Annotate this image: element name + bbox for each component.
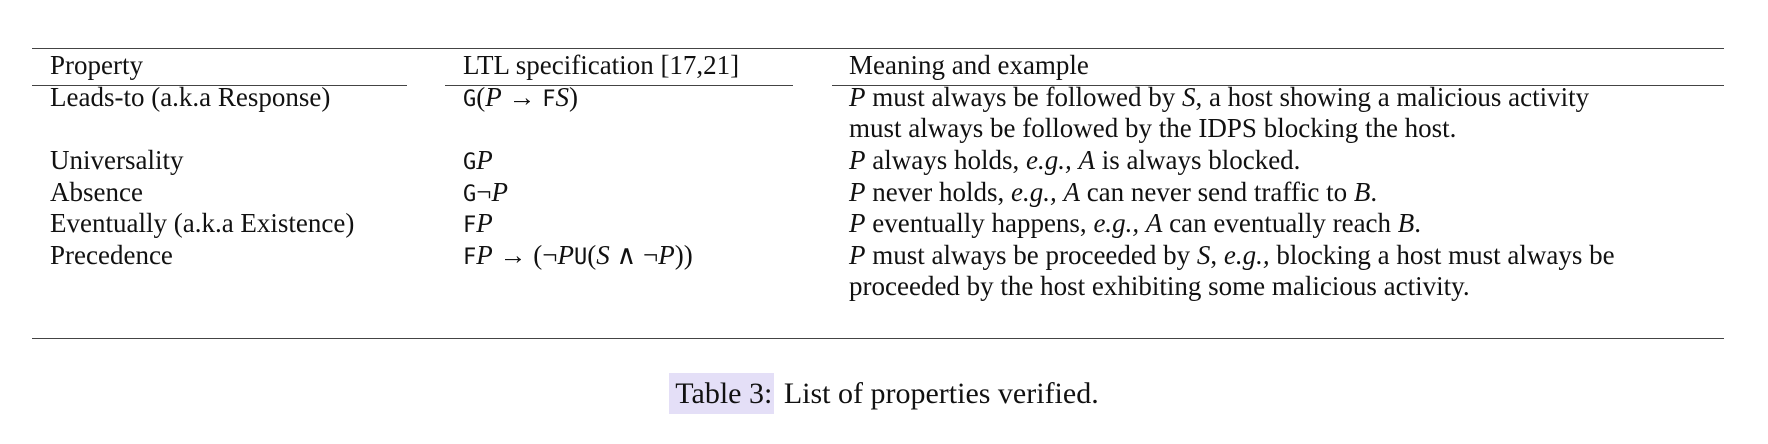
caption-label: Table 3: [669, 373, 775, 414]
table-row-property: Precedence [50, 240, 173, 270]
table-row-property: Eventually (a.k.a Existence) [50, 208, 355, 238]
table-row-ltl: G(P → FS) [463, 82, 578, 112]
table-row-meaning-cont: must always be followed by the IDPS bloc… [849, 113, 1457, 143]
table-bottom-rule [32, 338, 1724, 339]
caption-text: List of properties verified. [783, 377, 1099, 410]
table-row-property: Universality [50, 145, 184, 175]
table-caption: Table 3: List of properties verified. [0, 372, 1768, 416]
header-ltl-spec: LTL specification [17,21] [463, 50, 740, 80]
header-property: Property [50, 50, 143, 80]
table-row-meaning-cont: proceeded by the host exhibiting some ma… [849, 271, 1470, 301]
table-row-property: Leads-to (a.k.a Response) [50, 82, 331, 112]
table-row-meaning: P always holds, e.g., A is always blocke… [849, 145, 1301, 175]
table-row-ltl: FP → (¬PU(S ∧ ¬P)) [463, 240, 693, 270]
header-meaning: Meaning and example [849, 50, 1089, 80]
table-row-meaning: P eventually happens, e.g., A can eventu… [849, 208, 1422, 238]
